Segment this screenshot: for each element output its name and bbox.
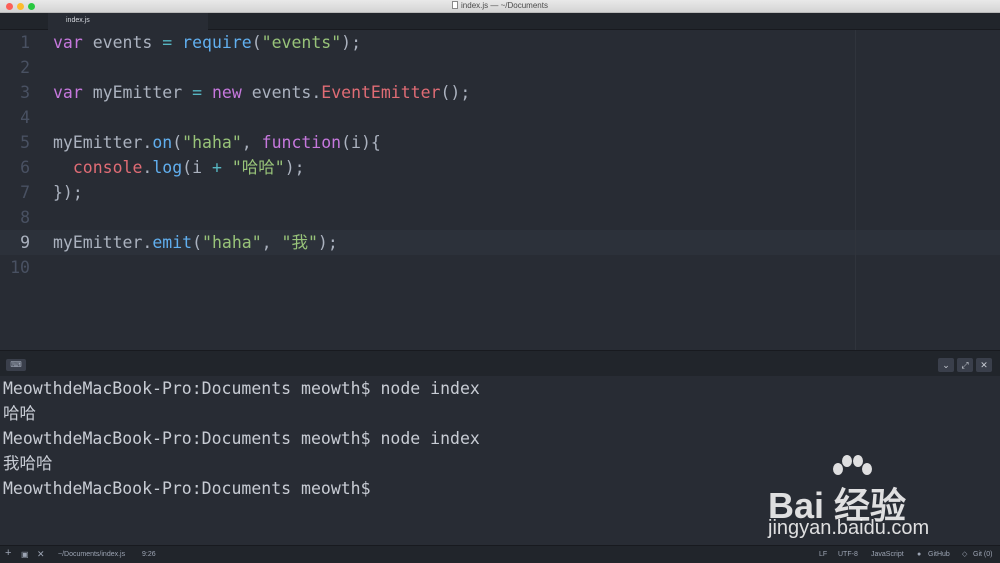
- terminal-collapse-button[interactable]: ⌄: [938, 358, 954, 372]
- tab-bar: index.js: [0, 13, 1000, 30]
- tab-index-js[interactable]: index.js: [48, 13, 208, 30]
- code-token: "我": [281, 233, 318, 252]
- code-line[interactable]: });: [53, 180, 83, 205]
- terminal-icon[interactable]: ▣: [21, 550, 29, 560]
- line-number[interactable]: 4: [0, 105, 30, 130]
- status-github[interactable]: GitHub: [928, 550, 950, 560]
- code-token: myEmitter: [82, 83, 193, 102]
- github-icon: ●: [917, 551, 922, 558]
- code-token: "哈哈": [231, 158, 285, 177]
- line-number[interactable]: 9: [0, 230, 30, 255]
- git-icon: ◇: [962, 551, 968, 558]
- code-token: myEmitter.: [53, 233, 153, 252]
- code-line[interactable]: var events = require("events");: [53, 30, 361, 55]
- code-token: =: [192, 83, 203, 102]
- terminal-line: MeowthdeMacBook-Pro:Documents meowth$ no…: [3, 429, 480, 448]
- code-line[interactable]: console.log(i + "哈哈");: [53, 155, 305, 180]
- code-token: events: [82, 33, 163, 52]
- terminal-header: ⌨ ⌄ ⤢ ✕: [0, 350, 1000, 376]
- code-token: ,: [241, 133, 262, 152]
- add-icon[interactable]: +: [5, 548, 11, 559]
- line-number[interactable]: 2: [0, 55, 30, 80]
- code-line[interactable]: myEmitter.on("haha", function(i){: [53, 130, 381, 155]
- code-token: ,: [261, 233, 282, 252]
- code-token: );: [341, 33, 362, 52]
- line-number[interactable]: 6: [0, 155, 30, 180]
- code-editor[interactable]: 1 2 3 4 5 6 7 8 9 10 var events = require("events…: [0, 30, 1000, 350]
- code-token: myEmitter.: [53, 133, 153, 152]
- terminal-maximize-button[interactable]: ⤢: [957, 358, 973, 372]
- code-token: ();: [440, 83, 471, 102]
- code-token: +: [211, 158, 222, 177]
- terminal-keyboard-icon[interactable]: ⌨: [6, 359, 26, 371]
- code-token: "events": [261, 33, 342, 52]
- line-number[interactable]: 10: [0, 255, 30, 280]
- code-token: (: [251, 33, 262, 52]
- code-token: (i: [182, 158, 212, 177]
- line-number[interactable]: 5: [0, 130, 30, 155]
- code-line[interactable]: var myEmitter = new events.EventEmitter(…: [53, 80, 470, 105]
- code-token: (: [192, 233, 203, 252]
- code-token: (i){: [341, 133, 381, 152]
- code-token: =: [162, 33, 173, 52]
- code-token: require: [182, 33, 252, 52]
- status-line-ending[interactable]: LF: [819, 550, 827, 560]
- code-token: "haha": [182, 133, 242, 152]
- terminal-line: 我哈哈: [3, 454, 53, 473]
- terminal-close-button[interactable]: ✕: [976, 358, 992, 372]
- document-icon: [452, 1, 459, 9]
- wrap-guide: [855, 30, 856, 350]
- terminal-line: MeowthdeMacBook-Pro:Documents meowth$: [3, 479, 371, 498]
- status-cursor-position[interactable]: 9:26: [142, 550, 156, 560]
- status-file-path[interactable]: ~/Documents/index.js: [58, 550, 125, 560]
- line-number[interactable]: 1: [0, 30, 30, 55]
- code-token: console: [72, 158, 143, 177]
- code-token: emit: [152, 233, 193, 252]
- code-token: function: [261, 133, 342, 152]
- line-number[interactable]: 8: [0, 205, 30, 230]
- code-token: });: [53, 183, 83, 202]
- code-token: on: [152, 133, 173, 152]
- close-icon[interactable]: ✕: [37, 549, 45, 559]
- code-token: var: [53, 33, 83, 52]
- status-grammar[interactable]: JavaScript: [871, 550, 904, 560]
- watermark-url: jingyan.baidu.com: [768, 517, 930, 539]
- title-bar: index.js — ~/Documents: [0, 0, 1000, 13]
- code-token: "haha": [202, 233, 262, 252]
- code-token: );: [317, 233, 338, 252]
- code-token: events.: [241, 83, 322, 102]
- code-token: (: [172, 133, 183, 152]
- line-number[interactable]: 7: [0, 180, 30, 205]
- status-git[interactable]: Git (0): [973, 550, 992, 560]
- code-token: );: [284, 158, 305, 177]
- window-title-text: index.js — ~/Documents: [461, 1, 548, 10]
- code-token: log: [152, 158, 183, 177]
- status-bar: + ▣ ✕ ~/Documents/index.js 9:26 LF UTF-8…: [0, 545, 1000, 563]
- code-token: var: [53, 83, 83, 102]
- baidu-jingyan-watermark: Bai 经验 jingyan.baidu.com: [768, 455, 958, 545]
- code-token: .: [142, 158, 153, 177]
- line-number[interactable]: 3: [0, 80, 30, 105]
- window-title: index.js — ~/Documents: [0, 1, 1000, 10]
- code-token: EventEmitter: [321, 83, 441, 102]
- terminal-line: 哈哈: [3, 404, 36, 423]
- terminal-line: MeowthdeMacBook-Pro:Documents meowth$ no…: [3, 379, 480, 398]
- status-encoding[interactable]: UTF-8: [838, 550, 858, 560]
- code-token: new: [211, 83, 242, 102]
- tab-label: index.js: [66, 17, 90, 24]
- code-line[interactable]: myEmitter.emit("haha", "我");: [53, 230, 338, 255]
